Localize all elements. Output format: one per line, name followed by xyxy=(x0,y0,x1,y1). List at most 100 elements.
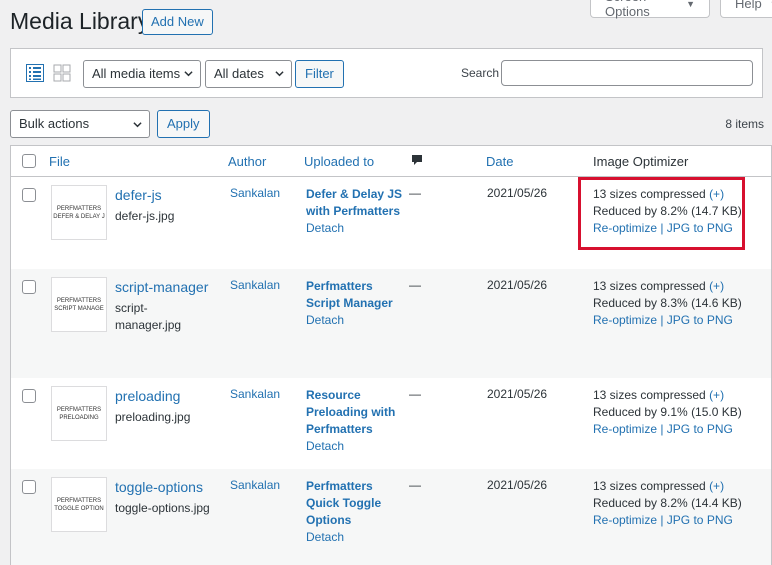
parent-post-link[interactable]: Perfmatters xyxy=(306,278,393,295)
screen-meta-tabs: Screen Options ▼ Help ▼ xyxy=(590,0,772,19)
column-date[interactable]: Date xyxy=(486,154,513,169)
optimizer-status: 13 sizes compressed (+) Reduced by 8.3% … xyxy=(593,278,742,329)
media-filename: toggle-options.jpg xyxy=(115,501,210,515)
optimizer-actions[interactable]: Re-optimize | JPG to PNG xyxy=(593,312,742,329)
detach-link[interactable]: Detach xyxy=(306,312,393,329)
thumb-line: DEFER & DELAY J xyxy=(53,213,105,220)
row-checkbox[interactable] xyxy=(22,389,36,403)
column-uploaded-to[interactable]: Uploaded to xyxy=(304,154,374,169)
media-type-select[interactable]: All media items xyxy=(83,60,201,88)
list-view-icon[interactable] xyxy=(26,64,44,82)
parent-post-link[interactable]: Quick Toggle xyxy=(306,495,381,512)
parent-post-link[interactable]: Resource xyxy=(306,387,395,404)
media-title-link[interactable]: preloading xyxy=(115,388,180,404)
parent-post-link[interactable]: with Perfmatters xyxy=(306,203,402,220)
thumb-line: PERFMATTERS xyxy=(56,406,102,413)
apply-button[interactable]: Apply xyxy=(157,110,210,138)
screen-options-tab[interactable]: Screen Options ▼ xyxy=(590,0,710,19)
reduction-text: Reduced by 9.1% (15.0 KB) xyxy=(593,405,742,419)
column-author[interactable]: Author xyxy=(228,154,266,169)
uploaded-to: Perfmatters Quick Toggle Options Detach xyxy=(306,478,381,546)
upload-date: 2021/05/26 xyxy=(487,278,548,292)
thumb-line: PERFMATTERS xyxy=(56,497,102,504)
chevron-down-icon xyxy=(133,122,142,128)
select-all-checkbox[interactable] xyxy=(22,154,36,168)
media-thumbnail[interactable]: PERFMATTERS SCRIPT MANAGE xyxy=(51,277,107,332)
parent-post-link[interactable]: Preloading with xyxy=(306,404,395,421)
add-new-button[interactable]: Add New xyxy=(142,9,213,35)
table-header: File Author Uploaded to Date Image Optim… xyxy=(11,146,771,177)
help-label: Help xyxy=(735,0,762,11)
table-row: PERFMATTERS SCRIPT MANAGE script-manager… xyxy=(11,269,771,378)
media-thumbnail[interactable]: PERFMATTERS TOGGLE OPTION xyxy=(51,477,107,532)
table-row: PERFMATTERS PRELOADING preloading preloa… xyxy=(11,378,771,469)
upload-date: 2021/05/26 xyxy=(487,186,548,200)
detach-link[interactable]: Detach xyxy=(306,529,381,546)
detach-link[interactable]: Detach xyxy=(306,220,402,237)
chevron-down-icon xyxy=(184,71,193,77)
items-count: 8 items xyxy=(725,117,764,131)
parent-post-link[interactable]: Options xyxy=(306,512,381,529)
row-checkbox[interactable] xyxy=(22,480,36,494)
highlight-box xyxy=(578,177,745,250)
grid-view-icon[interactable] xyxy=(53,64,71,82)
date-filter-select[interactable]: All dates xyxy=(205,60,292,88)
comment-count: — xyxy=(409,387,421,401)
thumb-line: PERFMATTERS xyxy=(56,205,102,212)
media-filename: script- manager.jpg xyxy=(115,300,181,334)
details-toggle[interactable]: (+) xyxy=(709,388,724,402)
media-table: File Author Uploaded to Date Image Optim… xyxy=(10,145,772,565)
media-toolbar: All media items All dates Filter Search xyxy=(10,48,763,98)
comment-count: — xyxy=(409,186,421,200)
media-title-link[interactable]: script-manager xyxy=(115,279,208,295)
media-title-link[interactable]: defer-js xyxy=(115,187,162,203)
parent-post-link[interactable]: Perfmatters xyxy=(306,478,381,495)
parent-post-link[interactable]: Defer & Delay JS xyxy=(306,186,402,203)
filter-button[interactable]: Filter xyxy=(295,60,344,88)
thumb-line: SCRIPT MANAGE xyxy=(54,305,104,312)
help-tab[interactable]: Help ▼ xyxy=(720,0,772,18)
optimizer-actions[interactable]: Re-optimize | JPG to PNG xyxy=(593,512,742,529)
thumb-line: PRELOADING xyxy=(59,414,99,421)
comment-count: — xyxy=(409,278,421,292)
detach-link[interactable]: Detach xyxy=(306,438,395,455)
parent-post-link[interactable]: Script Manager xyxy=(306,295,393,312)
chevron-down-icon xyxy=(275,71,284,77)
reduction-text: Reduced by 8.3% (14.6 KB) xyxy=(593,296,742,310)
row-checkbox[interactable] xyxy=(22,188,36,202)
author-link[interactable]: Sankalan xyxy=(230,478,280,492)
author-link[interactable]: Sankalan xyxy=(230,186,280,200)
upload-date: 2021/05/26 xyxy=(487,387,548,401)
thumb-line: PERFMATTERS xyxy=(56,297,102,304)
sizes-compressed: 13 sizes compressed xyxy=(593,279,706,293)
author-link[interactable]: Sankalan xyxy=(230,278,280,292)
media-thumbnail[interactable]: PERFMATTERS DEFER & DELAY J xyxy=(51,185,107,240)
search-input[interactable] xyxy=(501,60,753,86)
comment-bubble-icon[interactable] xyxy=(411,154,423,166)
media-filename: preloading.jpg xyxy=(115,410,191,424)
media-thumbnail[interactable]: PERFMATTERS PRELOADING xyxy=(51,386,107,441)
column-image-optimizer: Image Optimizer xyxy=(593,154,689,169)
upload-date: 2021/05/26 xyxy=(487,478,548,492)
media-filename: defer-js.jpg xyxy=(115,209,175,223)
date-filter-value: All dates xyxy=(214,66,264,81)
media-type-value: All media items xyxy=(92,66,181,81)
column-file[interactable]: File xyxy=(49,154,70,169)
row-checkbox[interactable] xyxy=(22,280,36,294)
optimizer-actions[interactable]: Re-optimize | JPG to PNG xyxy=(593,421,742,438)
parent-post-link[interactable]: Perfmatters xyxy=(306,421,395,438)
bulk-actions-value: Bulk actions xyxy=(19,116,90,131)
details-toggle[interactable]: (+) xyxy=(709,479,724,493)
media-title-link[interactable]: toggle-options xyxy=(115,479,203,495)
uploaded-to: Resource Preloading with Perfmatters Det… xyxy=(306,387,395,455)
page-title: Media Library xyxy=(10,8,150,34)
comment-count: — xyxy=(409,478,421,492)
reduction-text: Reduced by 8.2% (14.4 KB) xyxy=(593,496,742,510)
caret-down-icon: ▼ xyxy=(686,0,695,9)
screen-options-label: Screen Options xyxy=(605,0,650,19)
search-label: Search xyxy=(461,66,500,80)
filename-line: script- xyxy=(115,301,148,315)
details-toggle[interactable]: (+) xyxy=(709,279,724,293)
bulk-actions-select[interactable]: Bulk actions xyxy=(10,110,150,138)
author-link[interactable]: Sankalan xyxy=(230,387,280,401)
